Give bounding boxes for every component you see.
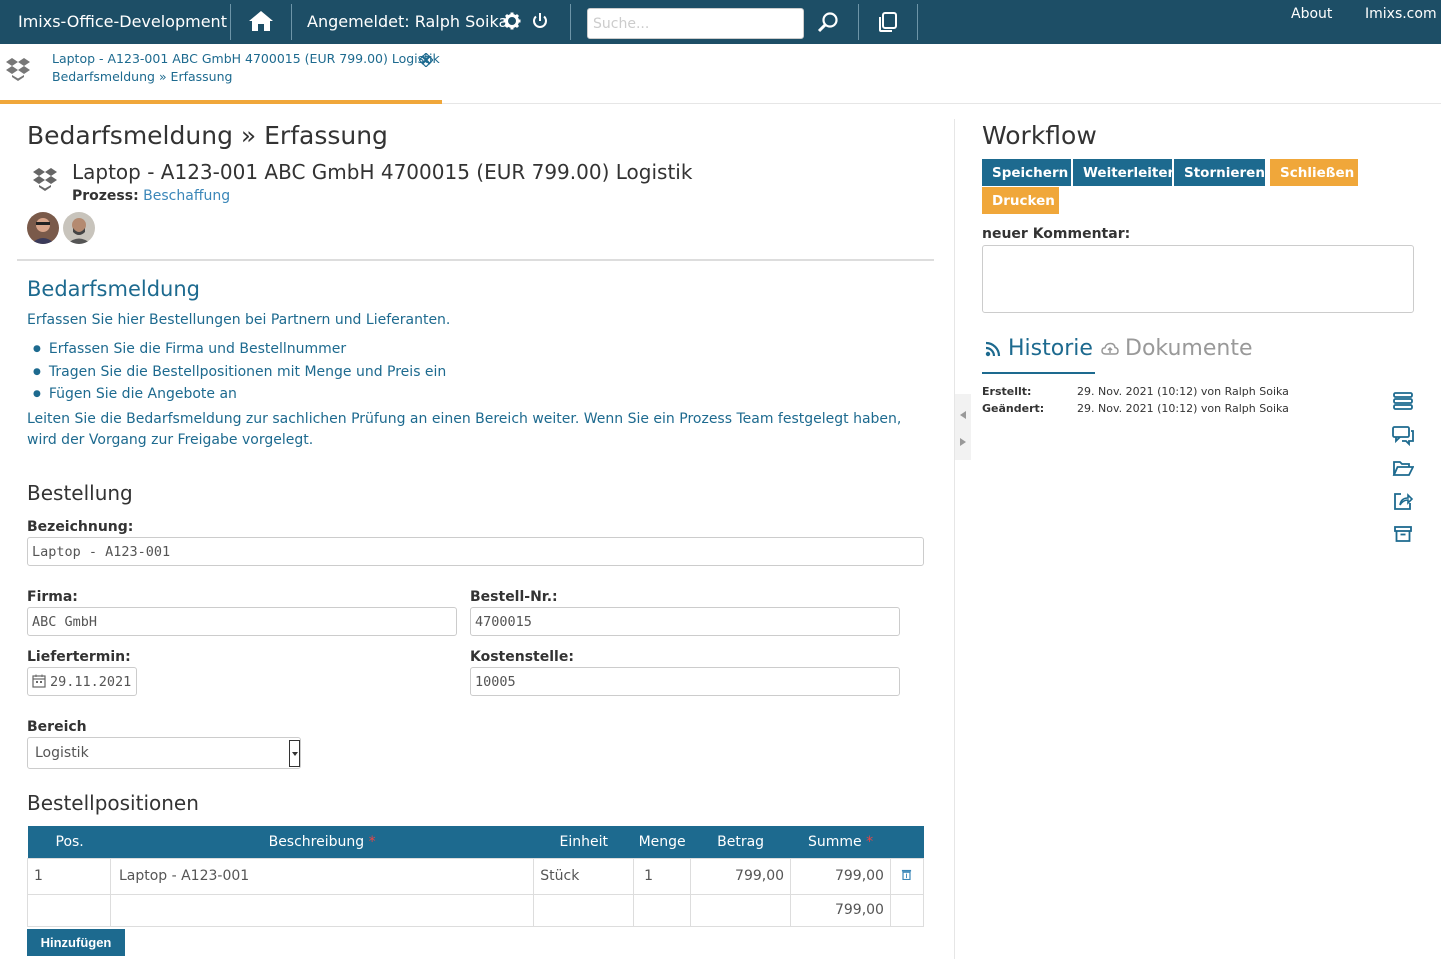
column-header-betrag: Betrag xyxy=(690,826,791,858)
bereich-select[interactable]: Logistik xyxy=(27,737,301,769)
cancel-button[interactable]: Stornieren xyxy=(1174,159,1265,186)
cloud-upload-icon xyxy=(1101,342,1119,355)
active-tab-indicator xyxy=(0,100,442,104)
history-changed: Geändert: 29. Nov. 2021 (10:12) von Ralph… xyxy=(982,402,1289,415)
column-header-pos: Pos. xyxy=(27,826,111,858)
section-title: Bedarfsmeldung xyxy=(27,277,200,301)
power-icon[interactable] xyxy=(531,12,549,30)
chevron-down-icon[interactable] xyxy=(289,740,300,767)
list-item: Fügen Sie die Angebote an xyxy=(33,384,446,407)
document-title: Laptop - A123-001 ABC GmbH 4700015 (EUR … xyxy=(72,160,693,184)
order-section-title: Bestellung xyxy=(27,481,133,505)
add-position-button[interactable]: Hinzufügen xyxy=(27,929,125,956)
section-divider xyxy=(17,259,934,261)
list-item: Erfassen Sie die Firma und Bestellnummer xyxy=(33,339,446,362)
kostenstelle-input[interactable]: 10005 xyxy=(470,667,900,696)
workitem-stack-icon xyxy=(33,168,57,191)
avatar[interactable] xyxy=(27,212,59,244)
panel-divider xyxy=(954,119,955,959)
list-icon[interactable] xyxy=(1392,390,1414,412)
positions-table: Pos. Beschreibung * Einheit Menge Betrag… xyxy=(27,826,925,927)
navbar-divider xyxy=(230,4,231,40)
gear-icon[interactable] xyxy=(503,12,521,30)
instruction-list: Erfassen Sie die Firma und Bestellnummer… xyxy=(33,339,446,407)
collapse-left-icon[interactable] xyxy=(960,411,966,419)
about-link[interactable]: About xyxy=(1291,6,1332,22)
bestellnr-label: Bestell-Nr.: xyxy=(470,589,558,605)
breadcrumb-title-link[interactable]: Laptop - A123-001 ABC GmbH 4700015 (EUR … xyxy=(52,51,440,66)
column-header-actions xyxy=(890,826,924,858)
comment-textarea[interactable] xyxy=(982,245,1414,313)
forward-button[interactable]: Weiterleiten xyxy=(1073,159,1177,186)
navbar-divider xyxy=(917,4,918,40)
bestellnr-input[interactable]: 4700015 xyxy=(470,607,900,636)
workflow-title: Workflow xyxy=(982,121,1097,150)
app-brand[interactable]: Imixs-Office-Development xyxy=(18,12,227,31)
page-title: Bedarfsmeldung » Erfassung xyxy=(27,121,388,150)
navbar-divider xyxy=(858,4,859,40)
search-icon[interactable] xyxy=(817,11,839,33)
column-header-menge: Menge xyxy=(633,826,691,858)
column-header-einheit: Einheit xyxy=(533,826,634,858)
firma-label: Firma: xyxy=(27,589,78,605)
imixs-link[interactable]: Imixs.com xyxy=(1365,6,1437,22)
navbar-divider xyxy=(570,4,571,40)
bereich-selected-value: Logistik xyxy=(35,745,89,761)
clipboard-icon[interactable] xyxy=(877,11,899,33)
panel-splitter[interactable] xyxy=(955,394,971,460)
bezeichnung-label: Bezeichnung: xyxy=(27,519,134,535)
workitem-stack-icon xyxy=(6,58,30,81)
breadcrumb-path-link[interactable]: Bedarfsmeldung » Erfassung xyxy=(52,69,232,84)
avatar[interactable] xyxy=(63,212,95,244)
archive-icon[interactable] xyxy=(1392,523,1414,545)
search-input[interactable] xyxy=(587,8,804,39)
comments-icon[interactable] xyxy=(1392,424,1414,446)
column-header-beschreibung: Beschreibung * xyxy=(110,826,534,858)
firma-input[interactable]: ABC GmbH xyxy=(27,607,457,636)
close-icon[interactable] xyxy=(419,53,433,67)
cell-summe: 799,00 xyxy=(790,857,891,895)
rss-icon xyxy=(985,341,1001,357)
save-button[interactable]: Speichern xyxy=(982,159,1071,186)
liefertermin-label: Liefertermin: xyxy=(27,649,131,665)
share-icon[interactable] xyxy=(1392,490,1414,512)
cell-beschreibung[interactable]: Laptop - A123-001 xyxy=(109,857,535,895)
cell-menge[interactable]: 1 xyxy=(633,857,692,895)
calendar-icon[interactable] xyxy=(32,674,46,688)
comment-label: neuer Kommentar: xyxy=(982,226,1131,242)
positions-section-title: Bestellpositionen xyxy=(27,791,199,815)
table-header-row: Pos. Beschreibung * Einheit Menge Betrag… xyxy=(27,826,924,858)
breadcrumb: Laptop - A123-001 ABC GmbH 4700015 (EUR … xyxy=(0,44,1441,104)
tab-documents[interactable]: Dokumente xyxy=(1099,336,1252,361)
logged-in-user: Angemeldet: Ralph Soika xyxy=(307,12,509,31)
folder-open-icon[interactable] xyxy=(1392,457,1414,479)
kostenstelle-label: Kostenstelle: xyxy=(470,649,574,665)
column-header-summe: Summe * xyxy=(790,826,891,858)
cell-betrag[interactable]: 799,00 xyxy=(690,857,792,895)
table-total-row: 799,00 xyxy=(27,893,925,927)
process-info: Prozess: Beschaffung xyxy=(72,188,230,204)
close-button[interactable]: Schließen xyxy=(1270,159,1358,186)
home-icon[interactable] xyxy=(248,10,274,32)
cell-delete xyxy=(889,857,925,895)
top-navbar: Imixs-Office-Development Angemeldet: Ral… xyxy=(0,0,1441,44)
navbar-divider xyxy=(291,4,292,40)
process-label: Prozess: xyxy=(72,188,139,204)
outro-text: Leiten Sie die Bedarfsmeldung zur sachli… xyxy=(27,411,902,448)
bereich-label: Bereich xyxy=(27,719,87,735)
expand-right-icon[interactable] xyxy=(960,438,966,446)
cell-pos[interactable]: 1 xyxy=(27,857,111,895)
trash-icon[interactable] xyxy=(901,869,912,881)
process-link[interactable]: Beschaffung xyxy=(143,188,230,204)
total-sum: 799,00 xyxy=(790,893,891,927)
print-button[interactable]: Drucken xyxy=(982,187,1059,214)
cell-einheit[interactable]: Stück xyxy=(533,857,635,895)
intro-text: Erfassen Sie hier Bestellungen bei Partn… xyxy=(27,312,451,328)
history-created: Erstellt: 29. Nov. 2021 (10:12) von Ralph… xyxy=(982,385,1289,398)
list-item: Tragen Sie die Bestellpositionen mit Men… xyxy=(33,362,446,385)
bezeichnung-input[interactable]: Laptop - A123-001 xyxy=(27,537,924,566)
table-row: 1 Laptop - A123-001 Stück 1 799,00 799,0… xyxy=(27,857,925,895)
tab-history[interactable]: Historie xyxy=(982,336,1095,374)
